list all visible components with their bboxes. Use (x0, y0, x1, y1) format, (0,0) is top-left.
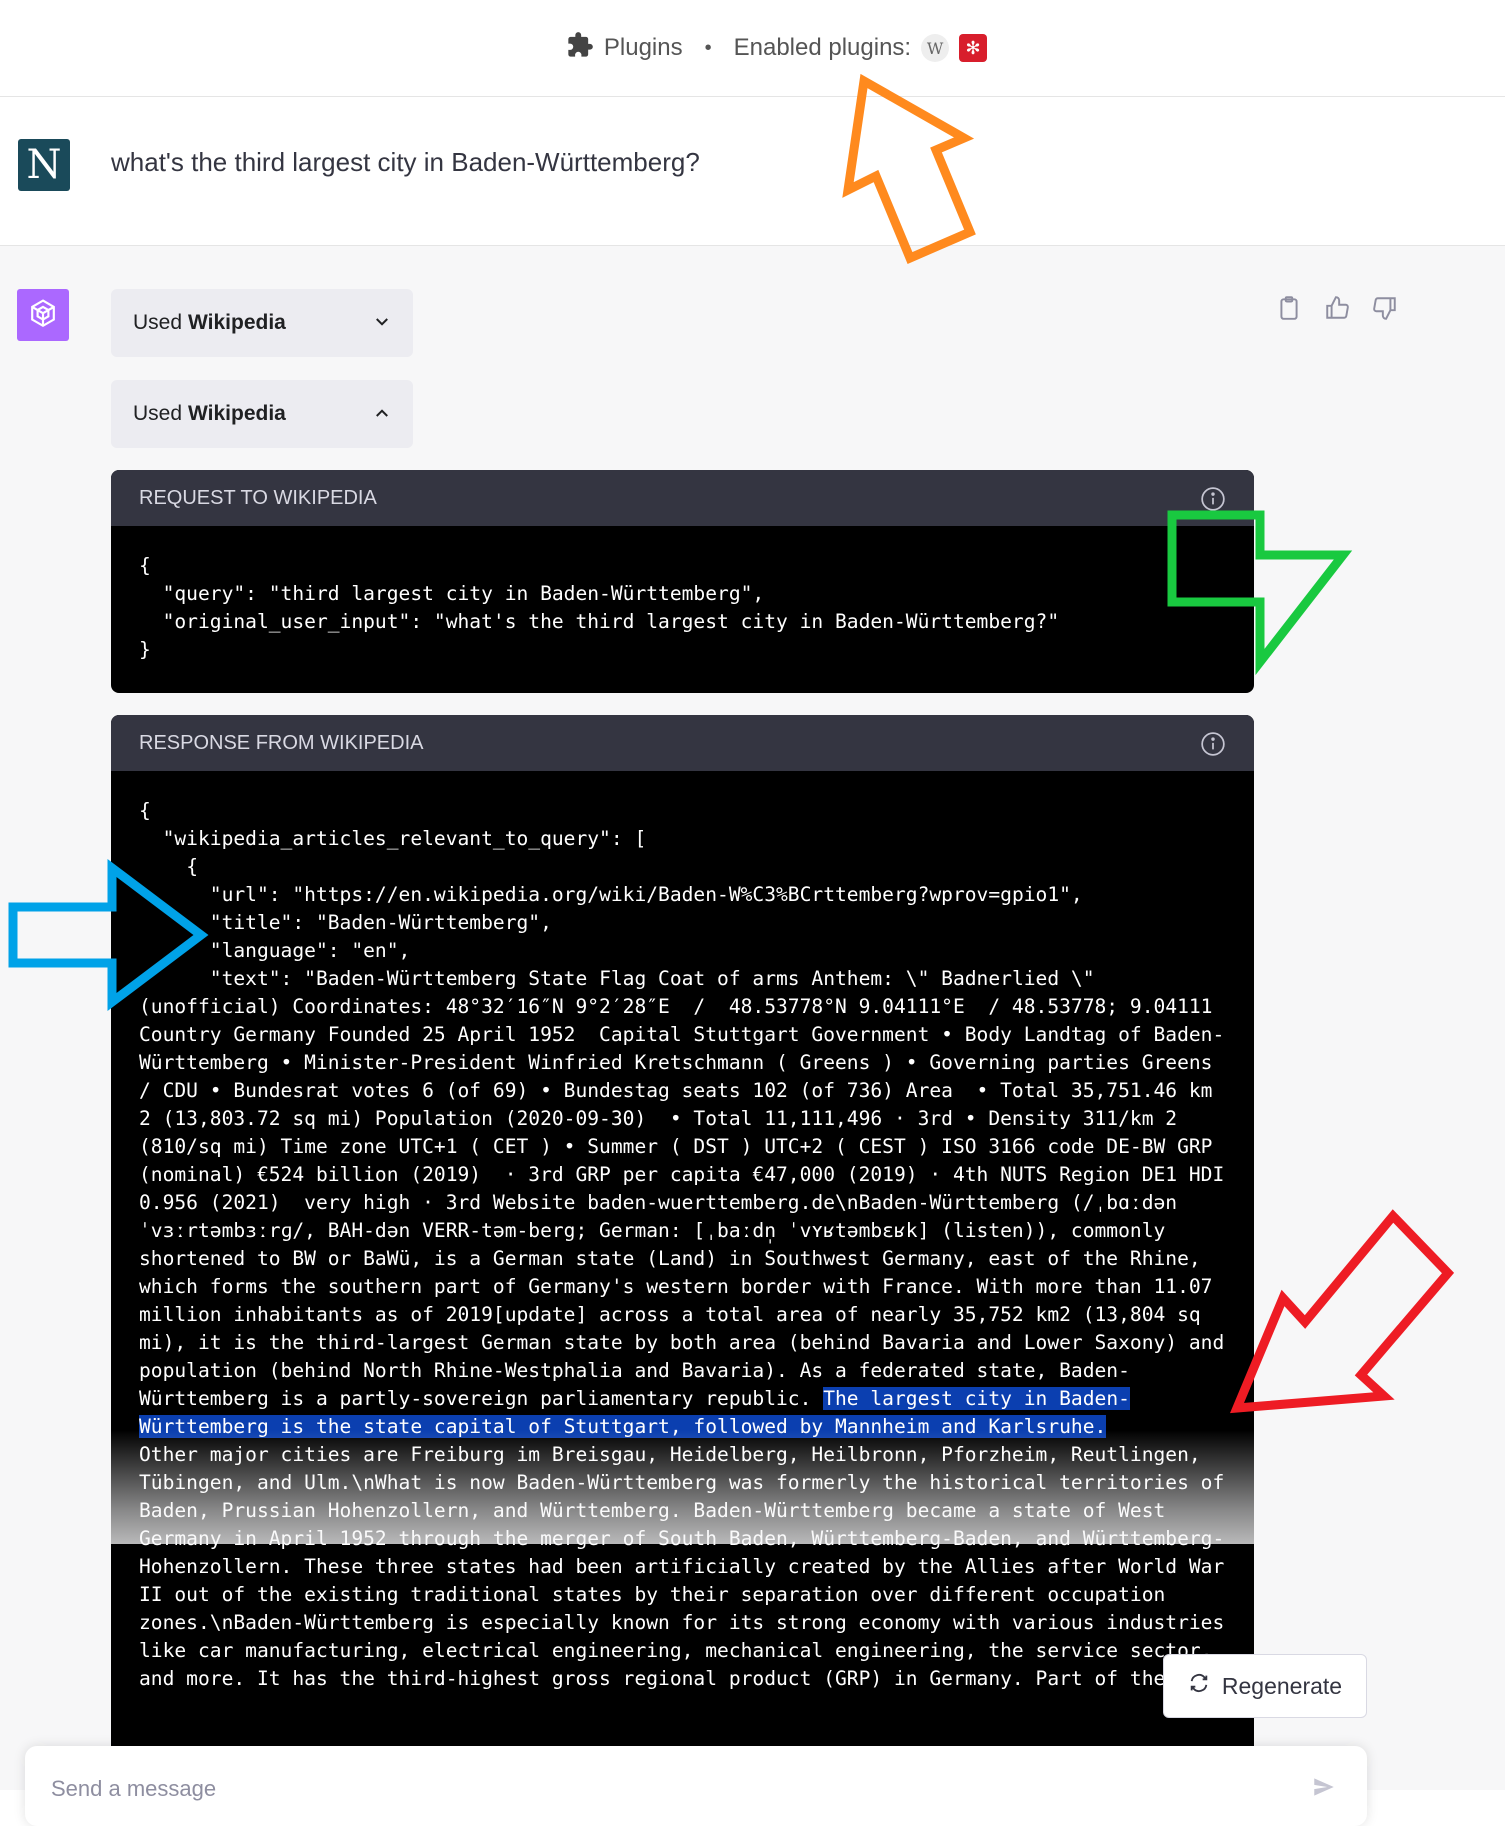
response-code: { "wikipedia_articles_relevant_to_query"… (111, 771, 1254, 1693)
request-panel-header: REQUEST TO WIKIPEDIA (111, 470, 1254, 526)
red-plugin-icon: ✻ (959, 34, 988, 62)
top-bar: Plugins • Enabled plugins: W ✻ (0, 0, 1505, 97)
used-wikipedia-toggle-1[interactable]: Used Wikipedia (111, 289, 413, 357)
enabled-plugins-label: Enabled plugins: (733, 34, 912, 61)
info-icon[interactable] (1200, 731, 1226, 763)
thumbs-up-icon[interactable] (1324, 294, 1350, 327)
message-actions (1276, 294, 1398, 327)
response-panel-header: RESPONSE FROM WIKIPEDIA (111, 715, 1254, 771)
user-message-text: what's the third largest city in Baden-W… (111, 147, 700, 177)
used-prefix: Used (133, 311, 183, 334)
chevron-up-icon (373, 404, 391, 428)
regenerate-button[interactable]: Regenerate (1163, 1654, 1367, 1718)
separator-dot: • (704, 36, 712, 59)
used-plugin-name: Wikipedia (188, 402, 286, 425)
refresh-icon (1188, 1672, 1210, 1700)
thumbs-down-icon[interactable] (1372, 294, 1398, 327)
response-panel-title: RESPONSE FROM WIKIPEDIA (139, 731, 424, 754)
request-code: { "query": "third largest city in Baden-… (139, 554, 1060, 661)
plugins-label: Plugins (603, 34, 683, 61)
chevron-down-icon (373, 313, 391, 337)
user-message-row: N what's the third largest city in Baden… (0, 97, 1505, 246)
request-panel-title: REQUEST TO WIKIPEDIA (139, 486, 377, 509)
input-placeholder: Send a message (51, 1776, 217, 1801)
used-plugin-name: Wikipedia (188, 311, 286, 334)
puzzle-icon (566, 31, 594, 66)
wikipedia-icon: W (921, 34, 950, 62)
regenerate-label: Regenerate (1221, 1672, 1343, 1699)
used-prefix: Used (133, 402, 183, 425)
copy-icon[interactable] (1276, 294, 1302, 327)
user-avatar: N (18, 139, 70, 191)
request-panel: REQUEST TO WIKIPEDIA { "query": "third l… (111, 470, 1254, 693)
response-panel: RESPONSE FROM WIKIPEDIA { "wikipedia_art… (111, 715, 1254, 1790)
response-code-text: { "wikipedia_articles_relevant_to_query"… (139, 799, 1225, 1410)
message-input[interactable]: Send a message (25, 1746, 1367, 1826)
info-icon[interactable] (1200, 486, 1226, 518)
chatgpt-logo-icon (17, 289, 69, 341)
used-wikipedia-toggle-2[interactable]: Used Wikipedia (111, 380, 413, 448)
response-code-text-rest: Other major cities are Freiburg im Breis… (139, 1443, 1225, 1690)
